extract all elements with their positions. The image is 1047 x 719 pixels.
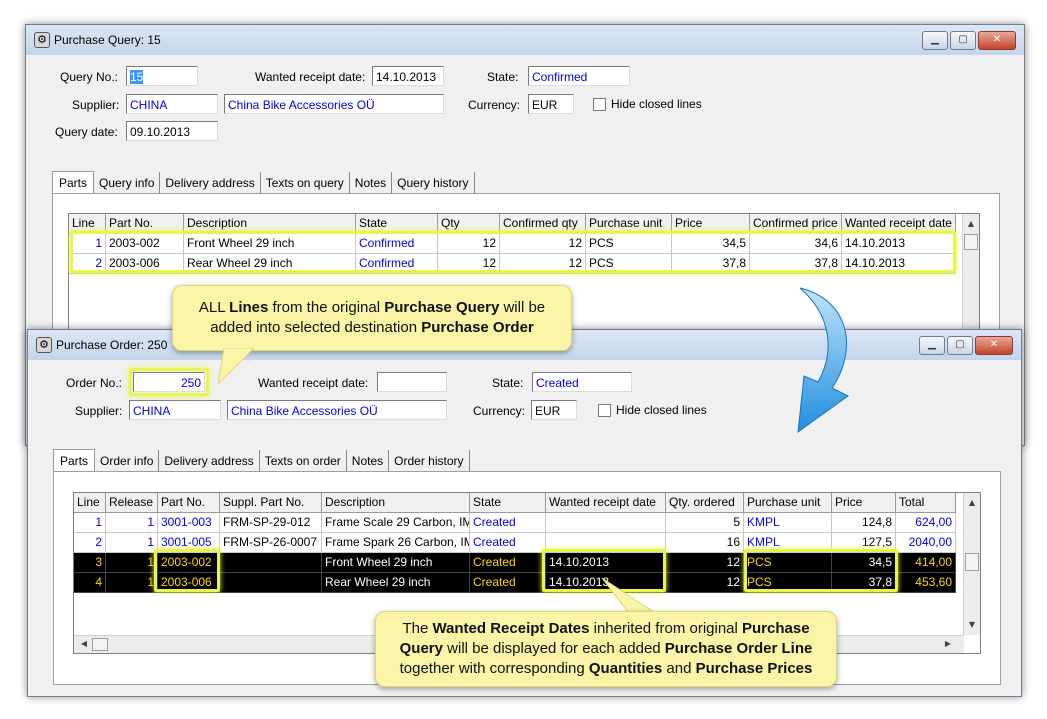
- order-hide-closed-label: Hide closed lines: [616, 403, 707, 417]
- query-no-field[interactable]: 15: [126, 66, 198, 86]
- query-window-title: Purchase Query: 15: [54, 33, 161, 47]
- table-row-selected[interactable]: 4 1 2003-006 Rear Wheel 29 inch Created …: [74, 573, 956, 593]
- order-supplier-code-field[interactable]: CHINA: [129, 400, 221, 420]
- tab-parts[interactable]: Parts: [53, 449, 96, 472]
- maximize-icon[interactable]: ▢: [947, 336, 973, 355]
- tab-delivery-address[interactable]: Delivery address: [159, 450, 260, 472]
- tab-query-history[interactable]: Query history: [392, 172, 475, 194]
- tab-notes[interactable]: Notes: [350, 172, 393, 194]
- col-total[interactable]: Total: [896, 493, 956, 513]
- col-line[interactable]: Line: [74, 493, 106, 513]
- query-no-label: Query No.:: [60, 70, 119, 84]
- order-supplier-name-field[interactable]: China Bike Accessories OÜ: [227, 400, 447, 420]
- query-grid-header: Line Part No. Description State Qty Conf…: [69, 214, 956, 234]
- col-purchase-unit[interactable]: Purchase unit: [586, 214, 672, 234]
- table-row[interactable]: 1 1 3001-003 FRM-SP-29-012 Frame Scale 2…: [74, 513, 956, 533]
- table-row[interactable]: 1 2003-002 Front Wheel 29 inch Confirmed…: [69, 234, 956, 254]
- col-confirmed-qty[interactable]: Confirmed qty: [500, 214, 586, 234]
- tab-order-info[interactable]: Order info: [95, 450, 160, 472]
- scroll-left-icon[interactable]: ◀: [76, 636, 92, 652]
- order-tab-strip: Parts Order info Delivery address Texts …: [53, 449, 470, 472]
- table-row[interactable]: 2 2003-006 Rear Wheel 29 inch Confirmed …: [69, 254, 956, 274]
- scroll-up-icon[interactable]: ▲: [964, 495, 980, 511]
- order-currency-field[interactable]: EUR: [531, 400, 577, 420]
- order-wanted-receipt-label: Wanted receipt date:: [258, 376, 369, 390]
- col-line[interactable]: Line: [69, 214, 106, 234]
- order-hide-closed-checkbox[interactable]: [598, 404, 611, 417]
- order-wanted-receipt-field[interactable]: [377, 372, 447, 392]
- order-state-label: State:: [492, 376, 524, 390]
- order-grid-scrollbar[interactable]: ▲ ▼: [963, 493, 980, 635]
- table-row[interactable]: 2 1 3001-005 FRM-SP-26-0007 Frame Spark …: [74, 533, 956, 553]
- minimize-icon[interactable]: ▁: [919, 336, 945, 355]
- col-qty-ordered[interactable]: Qty. ordered: [666, 493, 744, 513]
- order-currency-label: Currency:: [473, 404, 526, 418]
- query-supplier-label: Supplier:: [72, 98, 120, 112]
- query-supplier-code-field[interactable]: CHINA: [126, 94, 218, 114]
- query-tab-strip: Parts Query info Delivery address Texts …: [52, 171, 475, 194]
- col-state[interactable]: State: [470, 493, 546, 513]
- query-hide-closed-checkbox[interactable]: [593, 98, 606, 111]
- query-hide-closed-label: Hide closed lines: [611, 97, 702, 111]
- col-price[interactable]: Price: [832, 493, 896, 513]
- tab-order-history[interactable]: Order history: [389, 450, 470, 472]
- col-state[interactable]: State: [356, 214, 438, 234]
- query-titlebar[interactable]: ⚙ Purchase Query: 15 ▁ ▢ ✕: [26, 25, 1024, 55]
- query-wanted-receipt-label: Wanted receipt date:: [255, 70, 366, 84]
- table-row-selected[interactable]: 3 1 2003-002 Front Wheel 29 inch Created…: [74, 553, 956, 573]
- order-no-field[interactable]: 250: [133, 372, 205, 392]
- tab-texts-on-order[interactable]: Texts on order: [260, 450, 347, 472]
- close-icon[interactable]: ✕: [978, 31, 1016, 50]
- callout-wanted-dates: The Wanted Receipt Dates inherited from …: [375, 611, 837, 687]
- col-price[interactable]: Price: [672, 214, 750, 234]
- callout-pointer: [217, 348, 255, 386]
- query-currency-label: Currency:: [468, 98, 521, 112]
- col-wanted-receipt-date[interactable]: Wanted receipt date: [842, 214, 956, 234]
- scroll-down-icon[interactable]: ▼: [964, 617, 980, 633]
- col-release[interactable]: Release: [106, 493, 158, 513]
- flow-arrow-icon: [797, 287, 849, 434]
- query-supplier-name-field[interactable]: China Bike Accessories OÜ: [224, 94, 444, 114]
- tab-query-info[interactable]: Query info: [94, 172, 161, 194]
- minimize-icon[interactable]: ▁: [922, 31, 948, 50]
- col-confirmed-price[interactable]: Confirmed price: [750, 214, 842, 234]
- tab-texts-on-query[interactable]: Texts on query: [261, 172, 350, 194]
- col-qty[interactable]: Qty: [438, 214, 500, 234]
- tab-delivery-address[interactable]: Delivery address: [160, 172, 261, 194]
- app-gear-icon: ⚙: [36, 337, 52, 353]
- close-icon[interactable]: ✕: [975, 336, 1013, 355]
- query-date-field[interactable]: 09.10.2013: [126, 121, 218, 141]
- scroll-thumb[interactable]: [964, 234, 978, 250]
- query-currency-field[interactable]: EUR: [528, 94, 574, 114]
- order-window-title: Purchase Order: 250: [56, 338, 168, 352]
- hscroll-thumb[interactable]: [92, 638, 108, 651]
- col-purchase-unit[interactable]: Purchase unit: [744, 493, 832, 513]
- scroll-right-icon[interactable]: ▶: [940, 636, 956, 652]
- col-suppl-part-no[interactable]: Suppl. Part No.: [220, 493, 322, 513]
- order-supplier-label: Supplier:: [75, 404, 123, 418]
- query-state-field[interactable]: Confirmed: [528, 66, 630, 86]
- query-date-label: Query date:: [55, 125, 118, 139]
- scroll-up-icon[interactable]: ▲: [963, 216, 979, 232]
- query-wanted-receipt-field[interactable]: 14.10.2013: [372, 66, 444, 86]
- query-state-label: State:: [487, 70, 519, 84]
- col-wanted-receipt-date[interactable]: Wanted receipt date: [546, 493, 666, 513]
- col-description[interactable]: Description: [322, 493, 470, 513]
- scroll-thumb[interactable]: [965, 553, 979, 571]
- order-grid-header: Line Release Part No. Suppl. Part No. De…: [74, 493, 956, 513]
- order-state-field[interactable]: Created: [532, 372, 632, 392]
- col-part-no[interactable]: Part No.: [158, 493, 220, 513]
- callout-lines-added: ALL Lines from the original Purchase Que…: [172, 285, 572, 351]
- order-no-label: Order No.:: [66, 376, 123, 390]
- tab-notes[interactable]: Notes: [347, 450, 390, 472]
- col-part-no[interactable]: Part No.: [106, 214, 184, 234]
- col-description[interactable]: Description: [184, 214, 356, 234]
- app-gear-icon: ⚙: [34, 32, 50, 48]
- tab-parts[interactable]: Parts: [52, 171, 95, 194]
- maximize-icon[interactable]: ▢: [950, 31, 976, 50]
